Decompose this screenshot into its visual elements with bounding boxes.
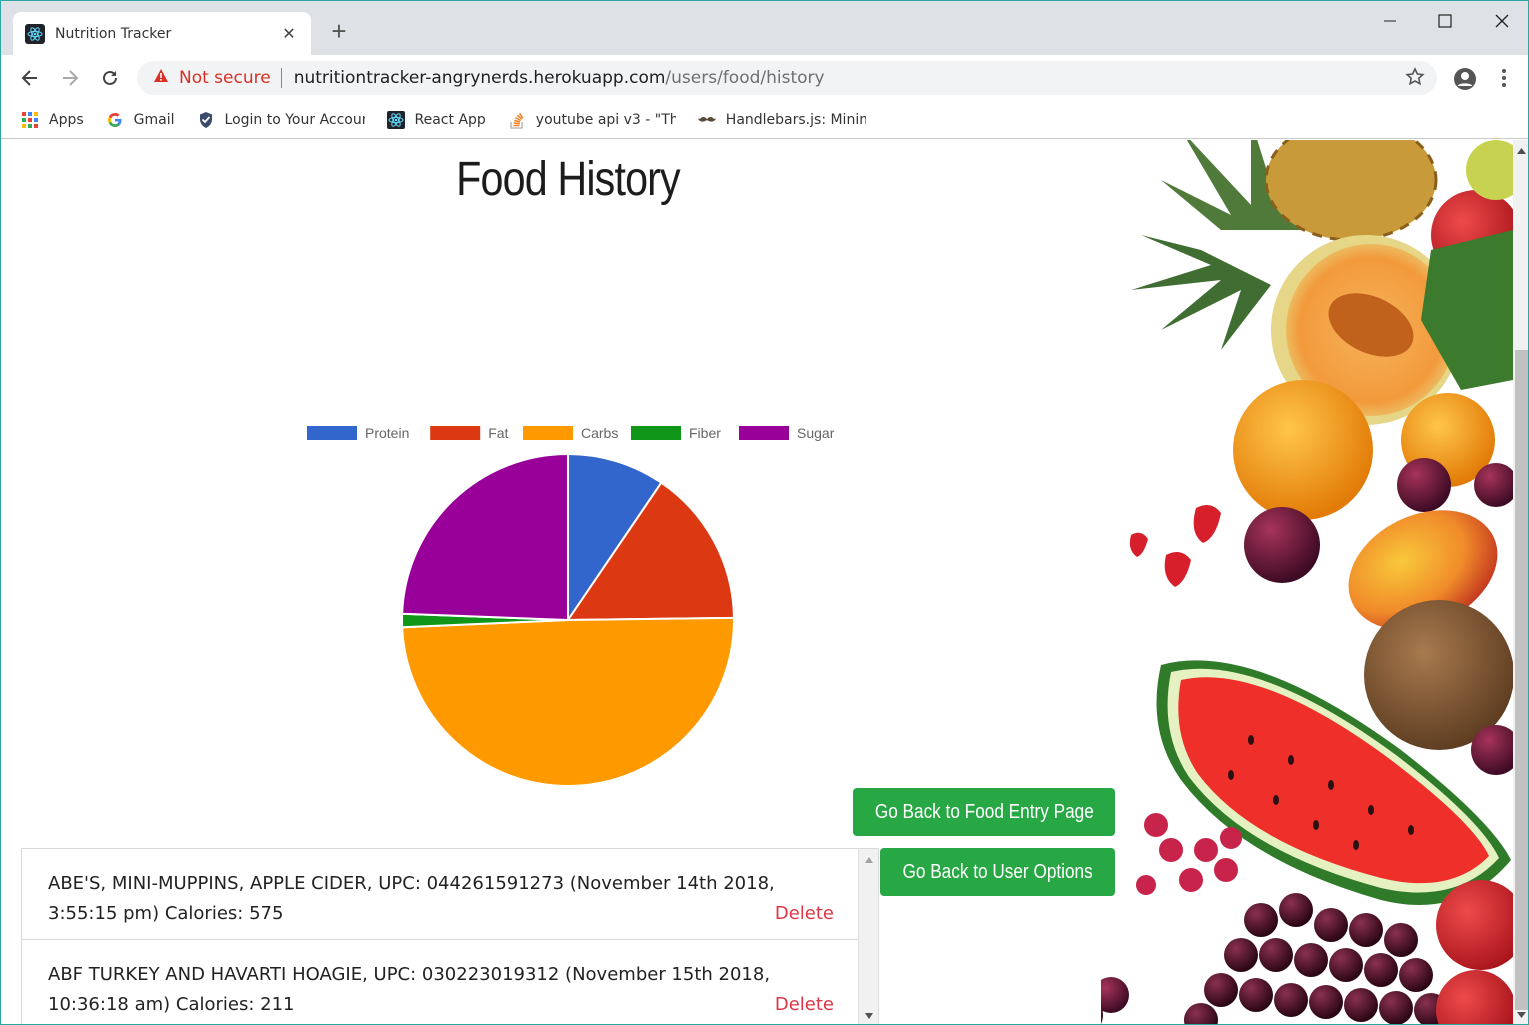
bookmark-label: youtube api v3 - "Thi (535, 111, 676, 128)
list-scrollbar[interactable] (858, 849, 878, 1024)
scroll-up-arrow-icon (865, 857, 873, 863)
back-button[interactable] (15, 63, 45, 93)
google-icon (106, 111, 124, 129)
page-scrollbar[interactable] (1513, 140, 1528, 1024)
stackoverflow-icon (508, 111, 526, 129)
entry-text: ABE'S, MINI-MUPPINS, APPLE CIDER, UPC: 0… (48, 873, 775, 924)
legend-swatch-fiber (631, 426, 681, 440)
address-bar[interactable]: Not secure nutritiontracker-angrynerds.h… (137, 61, 1437, 95)
pie-slice-sugar (401, 452, 569, 622)
shield-check-icon (197, 111, 215, 129)
bookmark-gmail[interactable]: Gmail (106, 111, 175, 129)
menu-dots-icon[interactable] (1501, 67, 1507, 94)
scroll-up-arrow-icon (1517, 148, 1526, 154)
bookmark-handlebars[interactable]: Handlebars.js: Minim (697, 111, 866, 129)
url-path: /users/food/history (665, 68, 825, 88)
maximize-button[interactable] (1416, 1, 1474, 41)
warning-icon (153, 68, 169, 88)
entry-text: ABF TURKEY AND HAVARTI HOAGIE, UPC: 0302… (48, 964, 771, 1015)
apps-grid-icon (21, 111, 39, 129)
fruit-background-image (1101, 140, 1513, 1024)
bookmarks-bar: Apps Gmail Login to Your Accoun React Ap… (1, 101, 1528, 139)
chart-legend: Protein Fat Carbs Fiber Sugar (307, 425, 835, 441)
profile-avatar-icon[interactable] (1453, 67, 1477, 96)
close-window-button[interactable] (1473, 1, 1528, 41)
scroll-down-arrow-icon (1517, 1012, 1526, 1018)
bookmark-label: Handlebars.js: Minim (725, 111, 866, 128)
legend-label-carbs: Carbs (581, 425, 618, 441)
nutrition-pie-chart: Protein Fat Carbs Fiber Sugar (307, 425, 835, 787)
user-options-button-label: Go Back to User Options (902, 860, 1093, 883)
tab-strip: Nutrition Tracker ✕ + (1, 1, 1528, 55)
pie-slices (401, 452, 735, 787)
bookmark-login-account[interactable]: Login to Your Accoun (197, 111, 365, 129)
legend-swatch-protein (307, 426, 357, 440)
food-history-list: ABE'S, MINI-MUPPINS, APPLE CIDER, UPC: 0… (21, 848, 879, 1024)
bookmark-label: Gmail (133, 111, 175, 128)
food-entry-button-label: Go Back to Food Entry Page (874, 800, 1094, 823)
page-content: Food History Protein Fat Carbs Fiber Sugar G… (1, 140, 1513, 1024)
bookmark-label: Apps (49, 111, 84, 128)
bookmark-label: React App (414, 111, 486, 128)
not-secure-label[interactable]: Not secure (179, 68, 271, 88)
tab-title: Nutrition Tracker (55, 25, 172, 42)
food-entry-button[interactable]: Go Back to Food Entry Page (853, 788, 1115, 836)
forward-button[interactable] (55, 63, 85, 93)
legend-swatch-carbs (523, 426, 573, 440)
arrow-left-icon (21, 70, 37, 86)
browser-window: Nutrition Tracker ✕ + Not secure nutriti… (0, 0, 1529, 1025)
tab-close-icon[interactable]: ✕ (279, 24, 299, 44)
mustache-icon (697, 111, 716, 129)
legend-label-fat: Fat (488, 425, 508, 441)
page-title: Food History (456, 153, 681, 206)
reload-icon (103, 70, 117, 85)
address-separator (280, 68, 282, 88)
legend-swatch-fat (430, 426, 481, 440)
url-host: nutritiontracker-angrynerds.herokuapp.co… (293, 68, 666, 88)
user-options-button[interactable]: Go Back to User Options (880, 848, 1115, 896)
react-icon (25, 23, 45, 44)
tab-nutrition-tracker[interactable]: Nutrition Tracker ✕ (13, 12, 311, 55)
reload-button[interactable] (95, 63, 125, 93)
arrow-right-icon (63, 70, 79, 86)
scroll-down-arrow-icon (865, 1013, 873, 1019)
legend-label-fiber: Fiber (689, 425, 721, 441)
new-tab-button[interactable]: + (327, 17, 351, 45)
bookmark-apps[interactable]: Apps (21, 111, 84, 129)
bookmark-star-icon[interactable] (1405, 67, 1425, 92)
legend-label-protein: Protein (365, 425, 409, 441)
bookmark-react-app[interactable]: React App (386, 110, 486, 129)
list-item: ABF TURKEY AND HAVARTI HOAGIE, UPC: 0302… (22, 940, 860, 1024)
legend-swatch-sugar (739, 426, 789, 440)
scrollbar-thumb[interactable] (1515, 350, 1528, 1010)
legend-label-sugar: Sugar (797, 425, 835, 441)
browser-toolbar: Not secure nutritiontracker-angrynerds.h… (1, 55, 1528, 101)
bookmark-youtube-api[interactable]: youtube api v3 - "Thi (508, 111, 676, 129)
list-item: ABE'S, MINI-MUPPINS, APPLE CIDER, UPC: 0… (22, 849, 860, 940)
minimize-button[interactable] (1361, 1, 1419, 41)
pie-slice-carbs (401, 616, 735, 787)
react-icon (386, 110, 405, 129)
delete-button[interactable]: Delete (775, 990, 834, 1020)
bookmark-label: Login to Your Accoun (224, 111, 365, 128)
delete-button[interactable]: Delete (775, 899, 834, 929)
